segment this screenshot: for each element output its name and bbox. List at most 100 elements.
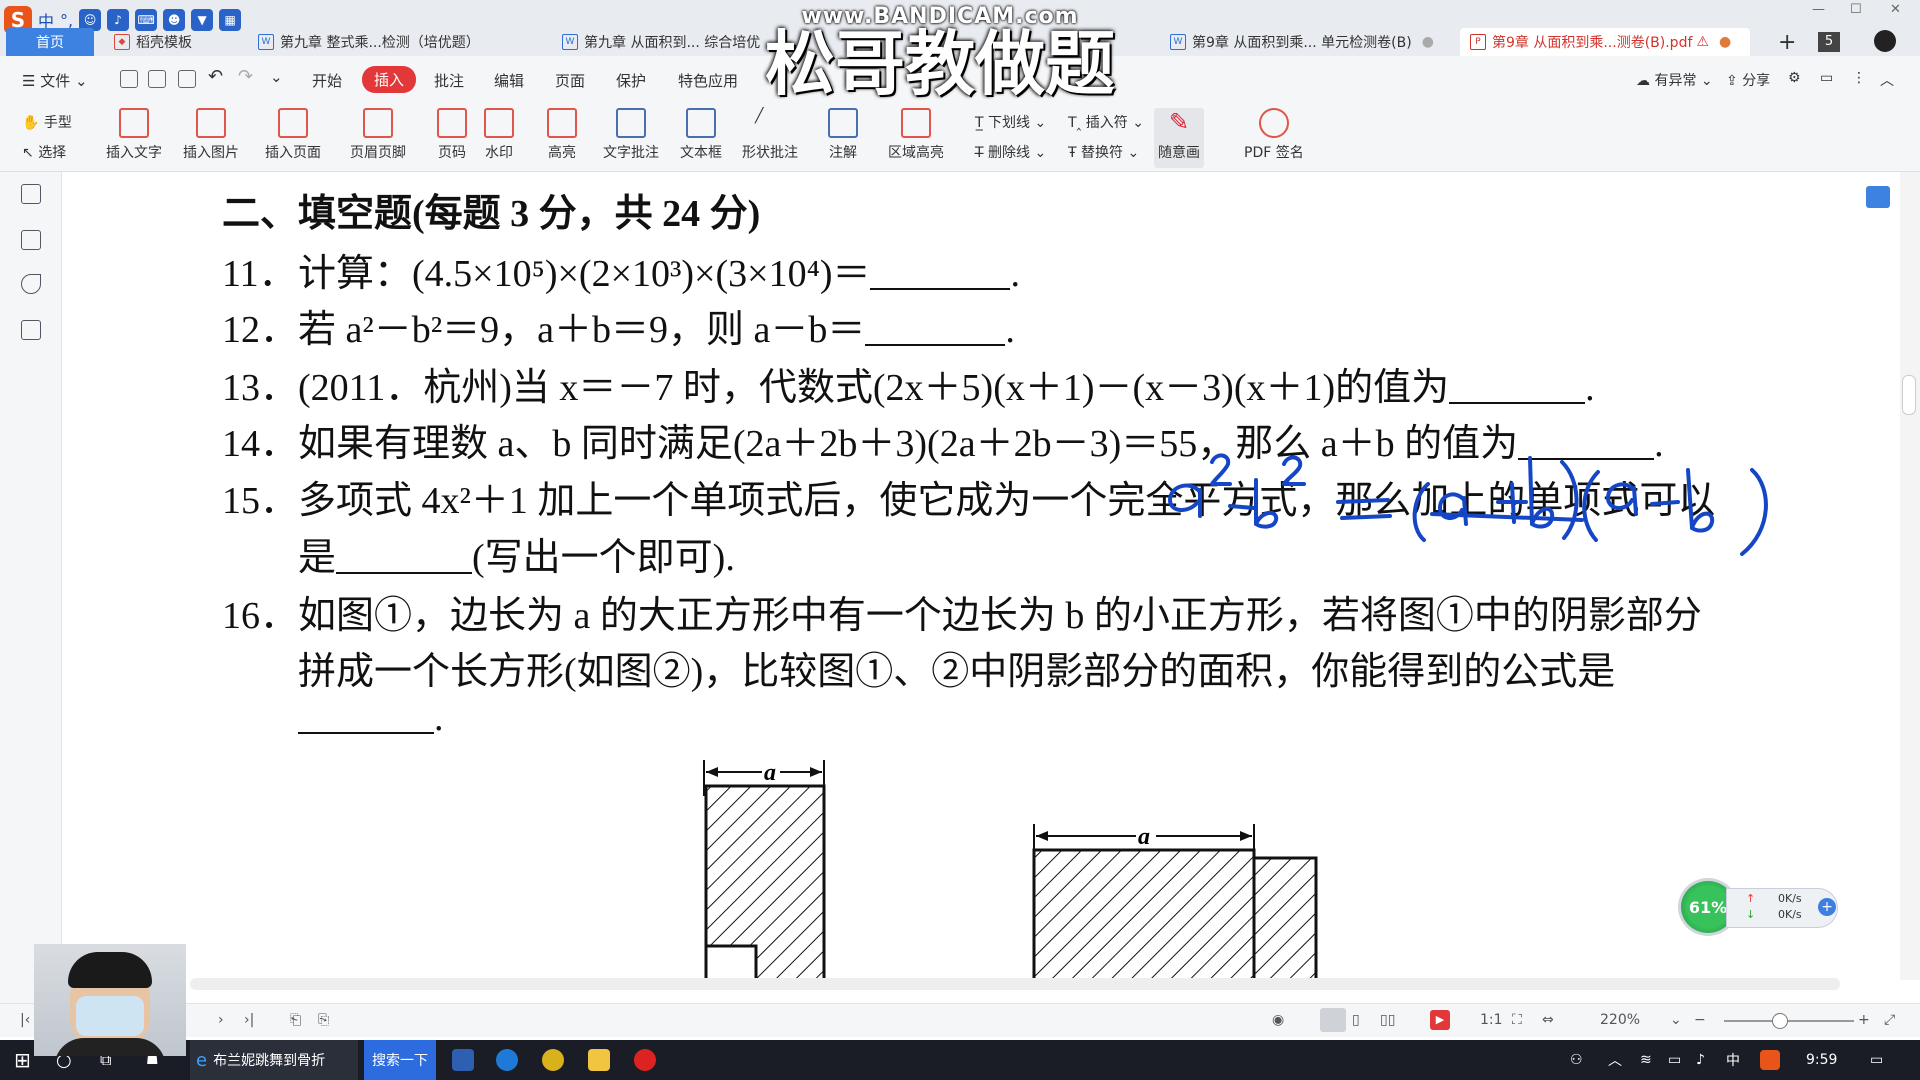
zoom-slider-thumb[interactable] [1772,1013,1788,1029]
quick-access-dropdown-icon[interactable]: ⌄ [270,68,283,86]
tab-pdf-active[interactable]: P 第9章 从面积到乘...测卷(B).pdf ⚠ ● [1460,28,1750,56]
tab-close-dot[interactable]: ● [1719,34,1731,50]
bandicam-icon[interactable] [634,1049,656,1071]
fit-page-icon[interactable]: ⛶ [1512,1012,1522,1028]
search-button[interactable]: 搜索一下 [364,1040,436,1080]
select-tool-button[interactable]: ↖ 选择 [22,142,66,162]
avatar[interactable] [1874,30,1896,52]
share-button[interactable]: ⇪ 分享 [1726,70,1770,90]
header-footer-button[interactable]: 页眉页脚 [350,108,406,168]
answer-blank[interactable] [1449,374,1586,404]
shape-comment-button[interactable]: ╱ 形状批注 [742,108,798,168]
people-icon[interactable]: ⚇ [1570,1040,1583,1080]
menu-comment[interactable]: 批注 [434,70,464,91]
fullscreen-icon[interactable]: ⤢ [1884,1012,1895,1028]
answer-blank[interactable] [336,544,473,574]
annotation-button[interactable]: 注解 [828,108,858,168]
tab-docer[interactable]: ◆ 稻壳模板 [104,28,244,56]
strikethrough-button[interactable]: T̶ 删除线 ⌄ [975,142,1046,162]
notification-icon[interactable]: ▭ [1870,1040,1883,1080]
zoom-out-icon[interactable]: − [1694,1012,1706,1028]
battery-icon[interactable]: ▭ [1668,1040,1681,1080]
next-page-icon[interactable]: › [218,1012,224,1028]
ime-punct[interactable]: °, [60,11,73,30]
print-icon[interactable] [178,70,196,88]
sogou-tray-icon[interactable] [1760,1050,1780,1070]
tab-home[interactable]: 首页 [6,28,94,56]
menu-edit[interactable]: 编辑 [494,70,524,91]
back-icon[interactable]: ⎗ [290,1012,301,1028]
maximize-icon[interactable]: ☐ [1850,2,1862,17]
underline-button[interactable]: T̲ 下划线 ⌄ [975,112,1046,132]
collapse-ribbon-icon[interactable]: ︿ [1880,70,1894,90]
insert-mark-button[interactable]: T‸ 插入符 ⌄ [1068,112,1144,132]
undo-icon[interactable]: ↶ [208,66,223,87]
play-icon[interactable]: ▶ [1430,1010,1450,1030]
open-icon[interactable] [120,70,138,88]
new-tab-icon[interactable]: + [1778,30,1796,55]
folder-icon[interactable] [588,1049,610,1071]
forward-icon[interactable]: ⎘ [318,1012,329,1028]
eye-protect-icon[interactable]: ◉ [1272,1012,1284,1028]
zoom-dropdown-icon[interactable]: ⌄ [1670,1012,1682,1028]
answer-blank[interactable] [298,704,434,734]
wifi-icon[interactable]: ≋ [1640,1040,1652,1080]
tab-doc-1[interactable]: W 第九章 整式乘...检测（培优题） [248,28,548,56]
close-icon[interactable]: ✕ [1890,2,1901,17]
clock[interactable]: 9:59 [1806,1040,1837,1080]
anomaly-button[interactable]: ☁ 有异常 ⌄ [1636,70,1713,90]
insert-image-button[interactable]: 插入图片 [183,108,239,168]
menu-special[interactable]: 特色应用 [678,70,738,91]
zoom-in-icon[interactable]: + [1858,1012,1870,1028]
bookmark-icon[interactable] [21,274,41,294]
annotation-list-icon[interactable] [21,320,41,340]
last-page-icon[interactable]: ›| [244,1012,254,1028]
replace-mark-button[interactable]: Ŧ 替换符 ⌄ [1068,142,1139,162]
continuous-view-icon[interactable]: ▯ [1352,1012,1360,1028]
minimize-icon[interactable]: — [1812,2,1825,17]
volume-icon[interactable]: ♪ [1696,1040,1705,1080]
redo-icon[interactable]: ↷ [238,66,253,87]
text-comment-button[interactable]: 文字批注 [603,108,659,168]
menu-page[interactable]: 页面 [555,70,585,91]
zoom-slider[interactable] [1724,1020,1854,1022]
side-panel-toggle-icon[interactable] [1866,186,1890,208]
ime-indicator[interactable]: 中 [1726,1040,1740,1080]
message-icon[interactable]: ▭ [1820,70,1833,86]
tab-count-badge[interactable]: 5 [1818,32,1840,52]
more-icon[interactable]: ⋮ [1852,70,1866,86]
tray-expand-icon[interactable]: ︿ [1608,1040,1622,1080]
network-speed-widget[interactable]: 61% ↑ ↓ 0K/s 0K/s + [1678,876,1842,938]
watermark-button[interactable]: 水印 [484,108,514,168]
page-number-button[interactable]: 页码 [437,108,467,168]
answer-blank[interactable] [870,260,1011,290]
thumbnail-icon[interactable] [21,230,41,250]
insert-page-button[interactable]: 插入页面 [265,108,321,168]
tab-close-dot[interactable]: ● [1422,34,1434,50]
highlight-button[interactable]: 高亮 [547,108,577,168]
wps-writer-icon[interactable] [452,1049,474,1071]
answer-blank[interactable] [865,316,1006,346]
settings-icon[interactable]: ⚙ [1788,70,1801,86]
windows-start-icon[interactable]: ⊞ [14,1040,31,1080]
expand-icon[interactable]: + [1818,898,1836,916]
zoom-level[interactable]: 220% [1600,1012,1640,1028]
hand-tool-button[interactable]: ✋ 手型 [22,112,72,132]
freehand-draw-button[interactable]: ✎ 随意画 [1154,108,1204,168]
insert-text-button[interactable]: 插入文字 [106,108,162,168]
save-icon[interactable] [148,70,166,88]
textbox-button[interactable]: 文本框 [680,108,722,168]
taskbar-browser-window[interactable]: e 布兰妮跳舞到骨折 [190,1040,358,1080]
first-page-icon[interactable]: |‹ [20,1012,30,1028]
vertical-scrollbar[interactable] [1900,172,1920,980]
fit-width-icon[interactable]: ⇔ [1542,1012,1554,1028]
horizontal-scrollbar[interactable] [190,978,1840,990]
area-highlight-button[interactable]: 区域高亮 [888,108,944,168]
browser-icon[interactable] [542,1049,564,1071]
tab-doc-3[interactable]: W 第9章 从面积到乘... 单元检测卷(B) ● [1160,28,1450,56]
pdf-sign-button[interactable]: PDF 签名 [1244,108,1304,168]
menu-protect[interactable]: 保护 [616,70,646,91]
tab-doc-2[interactable]: W 第九章 从面积到... 综合培优 [552,28,792,56]
actual-size-icon[interactable]: 1:1 [1480,1012,1503,1028]
menu-insert[interactable]: 插入 [362,66,417,93]
